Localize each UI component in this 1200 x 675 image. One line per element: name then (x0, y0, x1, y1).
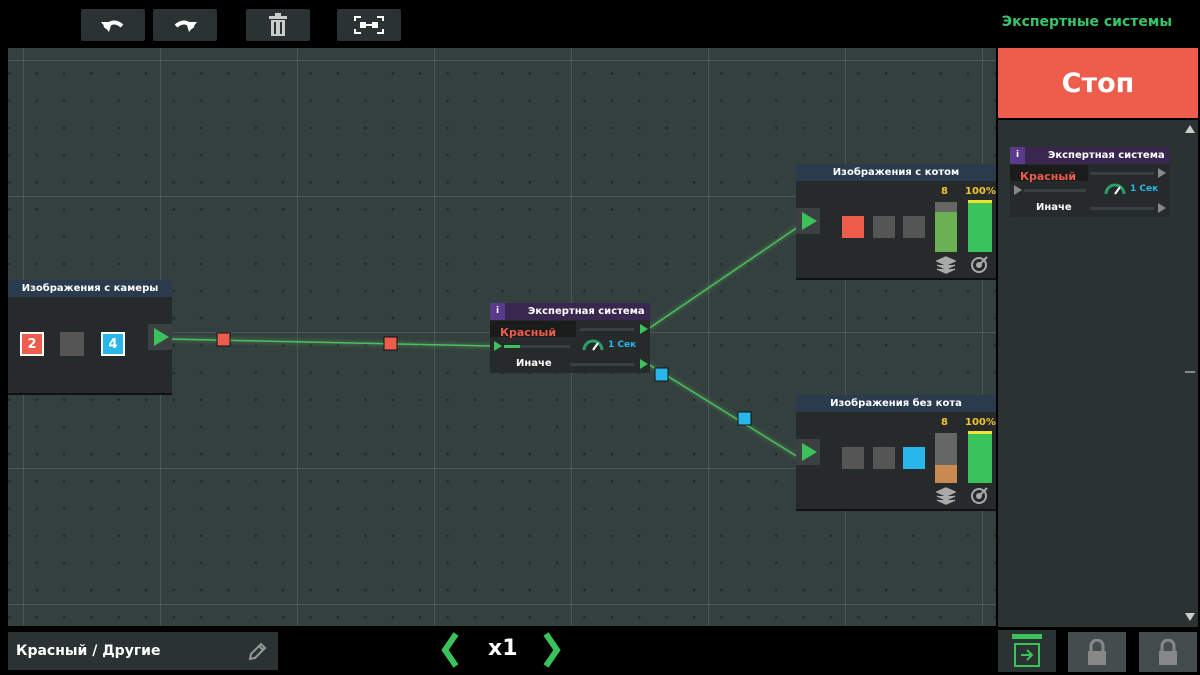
count-fill (935, 465, 957, 483)
scroll-down-icon[interactable] (1185, 613, 1195, 621)
packet-blue (737, 411, 752, 426)
trash-icon (269, 13, 287, 36)
input-port-icon (1014, 185, 1022, 195)
no-cat-images-node[interactable]: Изображения без кота 8 100% (796, 395, 996, 509)
tile-red: 2 (20, 332, 44, 356)
screen-title: Экспертные системы (1001, 14, 1172, 30)
condition-label: Красный (1020, 170, 1077, 183)
tile-red (842, 216, 864, 238)
count-label: 8 (941, 186, 948, 197)
pencil-icon[interactable] (246, 641, 268, 663)
tab-components[interactable] (998, 630, 1056, 672)
redo-icon (174, 20, 197, 32)
fit-view-button[interactable] (337, 9, 401, 41)
node-title: Изображения с камеры (8, 280, 172, 297)
palette-panel[interactable]: i Экспертная система Красный 1 Сек Иначе (998, 120, 1198, 627)
node-header: i Экспертная система (490, 303, 650, 320)
label-editor[interactable]: Красный / Другие (8, 632, 278, 670)
play-icon (802, 443, 817, 461)
tab-locked (1068, 632, 1126, 672)
output-port[interactable] (148, 324, 172, 350)
node-title: Экспертная система (528, 306, 645, 317)
lock-icon (1159, 639, 1177, 665)
condition-bar (580, 328, 634, 331)
packet-red (216, 332, 231, 347)
else-label: Иначе (1036, 202, 1072, 213)
tile-blue: 4 (101, 332, 125, 356)
condition-field[interactable]: Красный (1010, 165, 1088, 183)
else-output-icon[interactable] (640, 359, 648, 369)
packet-red (383, 336, 398, 351)
true-output-icon (1158, 168, 1166, 178)
count-bar (935, 433, 957, 483)
speed-up-icon[interactable] (542, 632, 562, 668)
camera-source-node[interactable]: Изображения с камеры 2 4 (8, 280, 172, 393)
graph-canvas[interactable]: Изображения с камеры 2 4 i Экспертная си… (8, 48, 996, 626)
scroll-up-icon[interactable] (1185, 125, 1195, 133)
count-label: 8 (941, 417, 948, 428)
tile-empty (60, 332, 84, 356)
label-text: Красный / Другие (16, 643, 161, 659)
timer-label: 1 Сек (1130, 184, 1159, 194)
percent-label: 100% (965, 417, 996, 428)
node-header: i Экспертная система (1010, 147, 1170, 164)
expert-system-node[interactable]: i Экспертная система Красный 1 Сек Иначе (490, 303, 650, 373)
speed-label: x1 (488, 636, 518, 661)
tile-empty (842, 447, 864, 469)
undo-icon (101, 20, 124, 32)
tile-empty (903, 216, 925, 238)
tab-locked (1139, 632, 1197, 672)
link-expert-cat (647, 226, 799, 330)
timer-label: 1 Сек (608, 340, 637, 350)
cat-images-node[interactable]: Изображения с котом 8 100% (796, 164, 996, 278)
progress-fill (504, 345, 520, 348)
condition-label: Красный (500, 326, 557, 339)
stop-button[interactable]: Стоп (998, 48, 1198, 118)
input-port-icon[interactable] (494, 341, 502, 351)
speedometer-icon (1104, 183, 1126, 195)
accuracy-bar (968, 431, 992, 483)
count-bar (935, 202, 957, 252)
condition-field[interactable]: Красный (490, 321, 576, 339)
else-label: Иначе (516, 358, 552, 369)
layers-icon (936, 256, 956, 274)
lock-icon (1088, 639, 1106, 665)
export-icon (1012, 634, 1042, 667)
tile-empty (873, 216, 895, 238)
node-title: Экспертная система (1048, 150, 1165, 161)
speedometer-icon (582, 339, 604, 351)
play-icon (154, 328, 169, 346)
redo-button[interactable] (153, 9, 217, 41)
fit-view-icon (354, 16, 384, 34)
accuracy-bar (968, 200, 992, 252)
else-output-icon (1158, 203, 1166, 213)
info-icon[interactable]: i (490, 303, 505, 320)
target-icon (971, 487, 988, 504)
link-expert-nocat (647, 363, 799, 458)
scrollbar-thumb[interactable] (1185, 371, 1195, 373)
info-icon[interactable]: i (1010, 147, 1025, 164)
layers-icon (936, 487, 956, 505)
node-title: Изображения с котом (796, 164, 996, 181)
input-port[interactable] (796, 439, 820, 465)
tile-empty (873, 447, 895, 469)
percent-label: 100% (965, 186, 996, 197)
packet-blue (654, 367, 669, 382)
count-fill (935, 212, 957, 252)
tile-blue (903, 447, 925, 469)
true-output-icon[interactable] (640, 324, 648, 334)
speed-down-icon[interactable] (440, 632, 460, 668)
play-icon (802, 212, 817, 230)
undo-button[interactable] (81, 9, 145, 41)
palette-expert-system[interactable]: i Экспертная система Красный 1 Сек Иначе (1010, 147, 1170, 217)
delete-button[interactable] (246, 9, 310, 41)
target-icon (971, 256, 988, 273)
node-title: Изображения без кота (796, 395, 996, 412)
input-port[interactable] (796, 208, 820, 234)
